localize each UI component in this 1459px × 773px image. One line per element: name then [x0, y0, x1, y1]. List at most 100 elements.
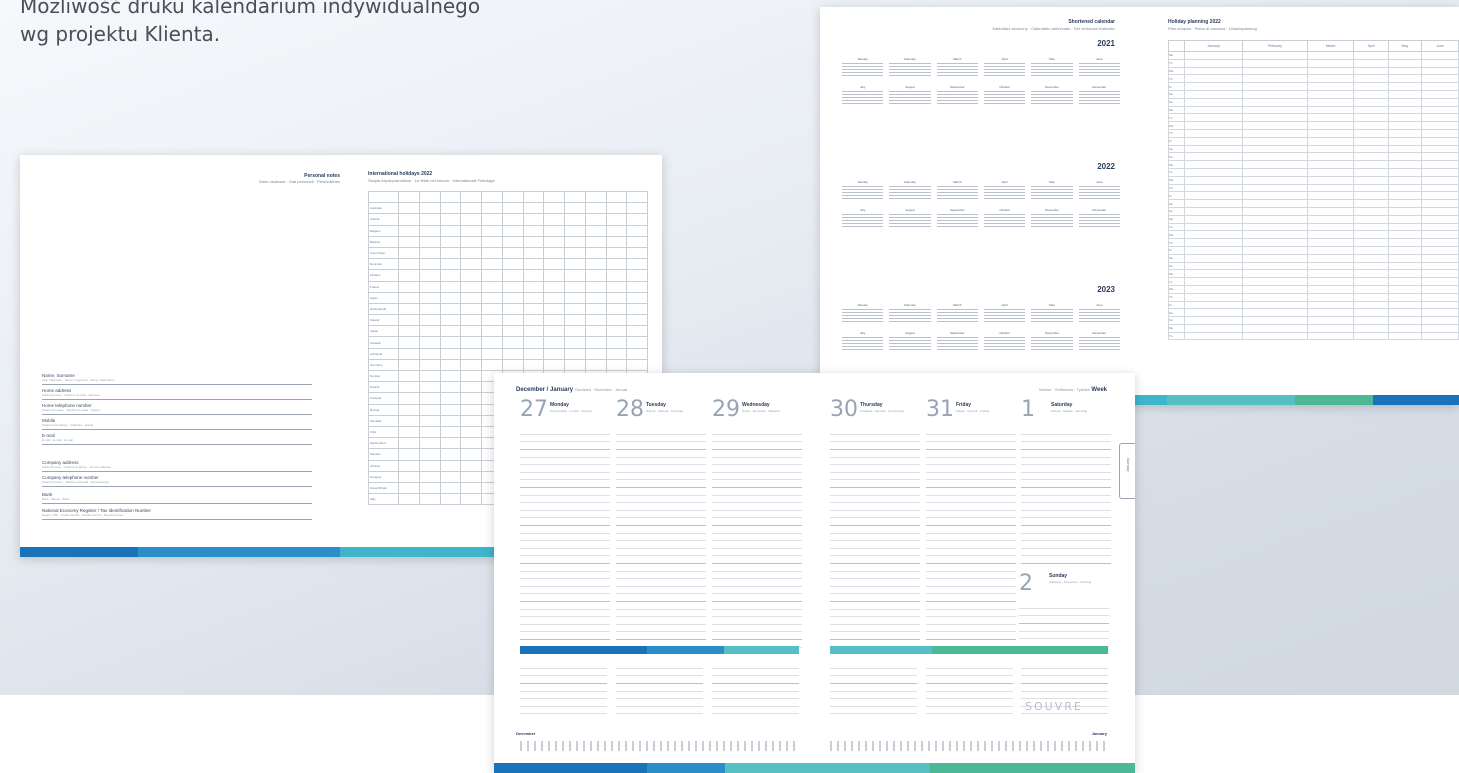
table-row: Japan	[368, 325, 648, 338]
month-block: November	[1031, 85, 1073, 113]
personal-field: Mobile Telefon komórkowy · Cellulare · Ha…	[42, 418, 312, 430]
months-2023: January February March April May June July Augu…	[842, 303, 1120, 359]
personal-field: Bank Bank · Banca · Bank	[42, 492, 312, 504]
headline-line-1: Możliwość druku kalendarium indywidualne…	[20, 0, 481, 18]
personal-field-sub: Adres firmowy · Indirizzo di lavoro · Fi…	[42, 465, 112, 469]
table-row: Spain	[368, 291, 648, 304]
months-2022: January February March April May June July Augu…	[842, 180, 1120, 236]
country-name: Switzerland	[368, 437, 399, 450]
week-label-sub: Woche · Settimana · Tydzień	[1039, 387, 1091, 392]
week-month-sub: Grudzień · Dicembre · Januar	[574, 387, 628, 392]
month-name: May	[1049, 180, 1055, 184]
month-name: March	[953, 57, 962, 61]
month-block: May	[1031, 180, 1073, 208]
weekday-label: Sa	[1168, 199, 1185, 208]
month-block: September	[936, 208, 978, 236]
weekday-label: Tu	[1168, 58, 1185, 68]
month-name: February	[903, 303, 916, 307]
personal-notes-subtitle: Dane osobowe · Dati personali · Persönli…	[258, 179, 340, 184]
week-label: Woche · Settimana · Tydzień Week	[1039, 387, 1107, 393]
day-sub: Sobota · Sabato · Samstag	[1051, 409, 1088, 413]
month-tab-label: January	[1125, 458, 1130, 473]
month-column-header: April	[1353, 40, 1389, 52]
month-block: August	[889, 208, 931, 236]
personal-field: Name, Surname Imię, Nazwisko · Nome, Cogn…	[42, 373, 312, 385]
year-2022: 2022	[1097, 162, 1115, 171]
month-block: September	[936, 85, 978, 113]
personal-field-sub: Regon / NIP · Codice fiscale · Partita i…	[42, 513, 124, 517]
month-tab[interactable]: January	[1119, 443, 1135, 499]
headline: Możliwość druku kalendarium indywidualne…	[20, 0, 580, 48]
weekday-label: Fr	[1168, 136, 1185, 146]
calendar-spread: Shortened calendar Kalendarz skrócony · …	[820, 7, 1459, 405]
table-row: Mo	[1168, 160, 1459, 169]
weekday-label: Tu	[1168, 113, 1185, 123]
country-name: Germany	[368, 358, 399, 372]
weekday-label: Fr	[1168, 300, 1185, 310]
month-block: January	[842, 57, 884, 85]
month-name: August	[905, 208, 915, 212]
headline-line-2: wg projektu Klienta.	[20, 22, 221, 46]
mini-calendar-january-label: January	[1091, 731, 1107, 736]
souvre-logo: SOUVRE	[1025, 700, 1083, 713]
personal-field: National Economy Register / Tax Identifi…	[42, 508, 312, 520]
month-name: April	[1001, 180, 1008, 184]
weekday-label: Mo	[1168, 323, 1185, 333]
table-row: Sa	[1168, 144, 1459, 154]
table-row: We	[1168, 175, 1459, 185]
hour-lines	[830, 427, 920, 649]
notes-lines	[520, 661, 607, 719]
weekday-label: Fr	[1168, 191, 1185, 201]
table-row: Tu	[1168, 277, 1459, 286]
table-row: Su	[1168, 316, 1459, 325]
country-name: France	[368, 280, 399, 293]
table-row: Fr	[1168, 136, 1459, 146]
month-name: October	[999, 331, 1010, 335]
weekday-label: Sa	[1168, 144, 1185, 154]
table-row: Sa	[1168, 308, 1459, 318]
personal-field: Company telephone number Telefon firmowy …	[42, 475, 312, 487]
month-block: June	[1078, 57, 1120, 85]
weekday-label: Mo	[1168, 160, 1185, 169]
month-block: December	[1078, 331, 1120, 359]
mini-calendar-december-label: December	[516, 731, 536, 736]
month-block: October	[983, 85, 1026, 113]
month-name: October	[999, 85, 1010, 89]
table-row: Mo	[1168, 105, 1459, 115]
day-column: 30 Thursday Czwartek · Giovedì · Donnersta…	[830, 397, 920, 649]
month-block: November	[1031, 331, 1073, 359]
table-row: Mo	[1168, 269, 1459, 279]
month-column-header: February	[1242, 40, 1308, 52]
hour-lines	[1021, 427, 1111, 567]
table-row	[368, 190, 648, 204]
weekday-label: Tu	[1168, 167, 1185, 177]
table-row: January February March April May June	[1168, 40, 1459, 52]
weekday-label: We	[1168, 175, 1185, 185]
weekday-label: Th	[1168, 292, 1185, 302]
weekday-label: Th	[1168, 238, 1185, 247]
week-month: December / January	[516, 387, 574, 393]
month-block: October	[983, 331, 1026, 359]
country-name: Hungary	[368, 470, 399, 483]
month-name: January	[857, 303, 868, 307]
sunday-block: 2 Sunday Niedziela · Domenica · Sonntag	[1019, 571, 1109, 656]
personal-field: Company address Adres firmowy · Indirizzo…	[42, 460, 312, 472]
month-name: August	[905, 85, 915, 89]
personal-field-sub: Adres domowy · Indirizzo di casa · Adres…	[42, 393, 100, 397]
month-block: July	[842, 331, 884, 359]
table-row: Th	[1168, 128, 1459, 138]
month-name: April	[1001, 57, 1008, 61]
week-label-main: Week	[1091, 387, 1107, 393]
weekday-label: Sa	[1168, 253, 1185, 263]
shortened-calendar-subtitle: Kalendarz skrócony · Calendario abbrevia…	[992, 26, 1115, 31]
table-row: Ireland	[368, 314, 648, 327]
country-name: Austria	[368, 213, 399, 226]
month-block: September	[936, 331, 978, 359]
month-name: October	[999, 208, 1010, 212]
month-column-header: March	[1306, 40, 1355, 52]
table-row: Tu	[1168, 167, 1459, 177]
country-name: Russia	[368, 403, 399, 416]
sunday-sub: Niedziela · Domenica · Sonntag	[1049, 580, 1092, 584]
month-block: July	[842, 208, 884, 236]
month-name: July	[859, 85, 866, 89]
